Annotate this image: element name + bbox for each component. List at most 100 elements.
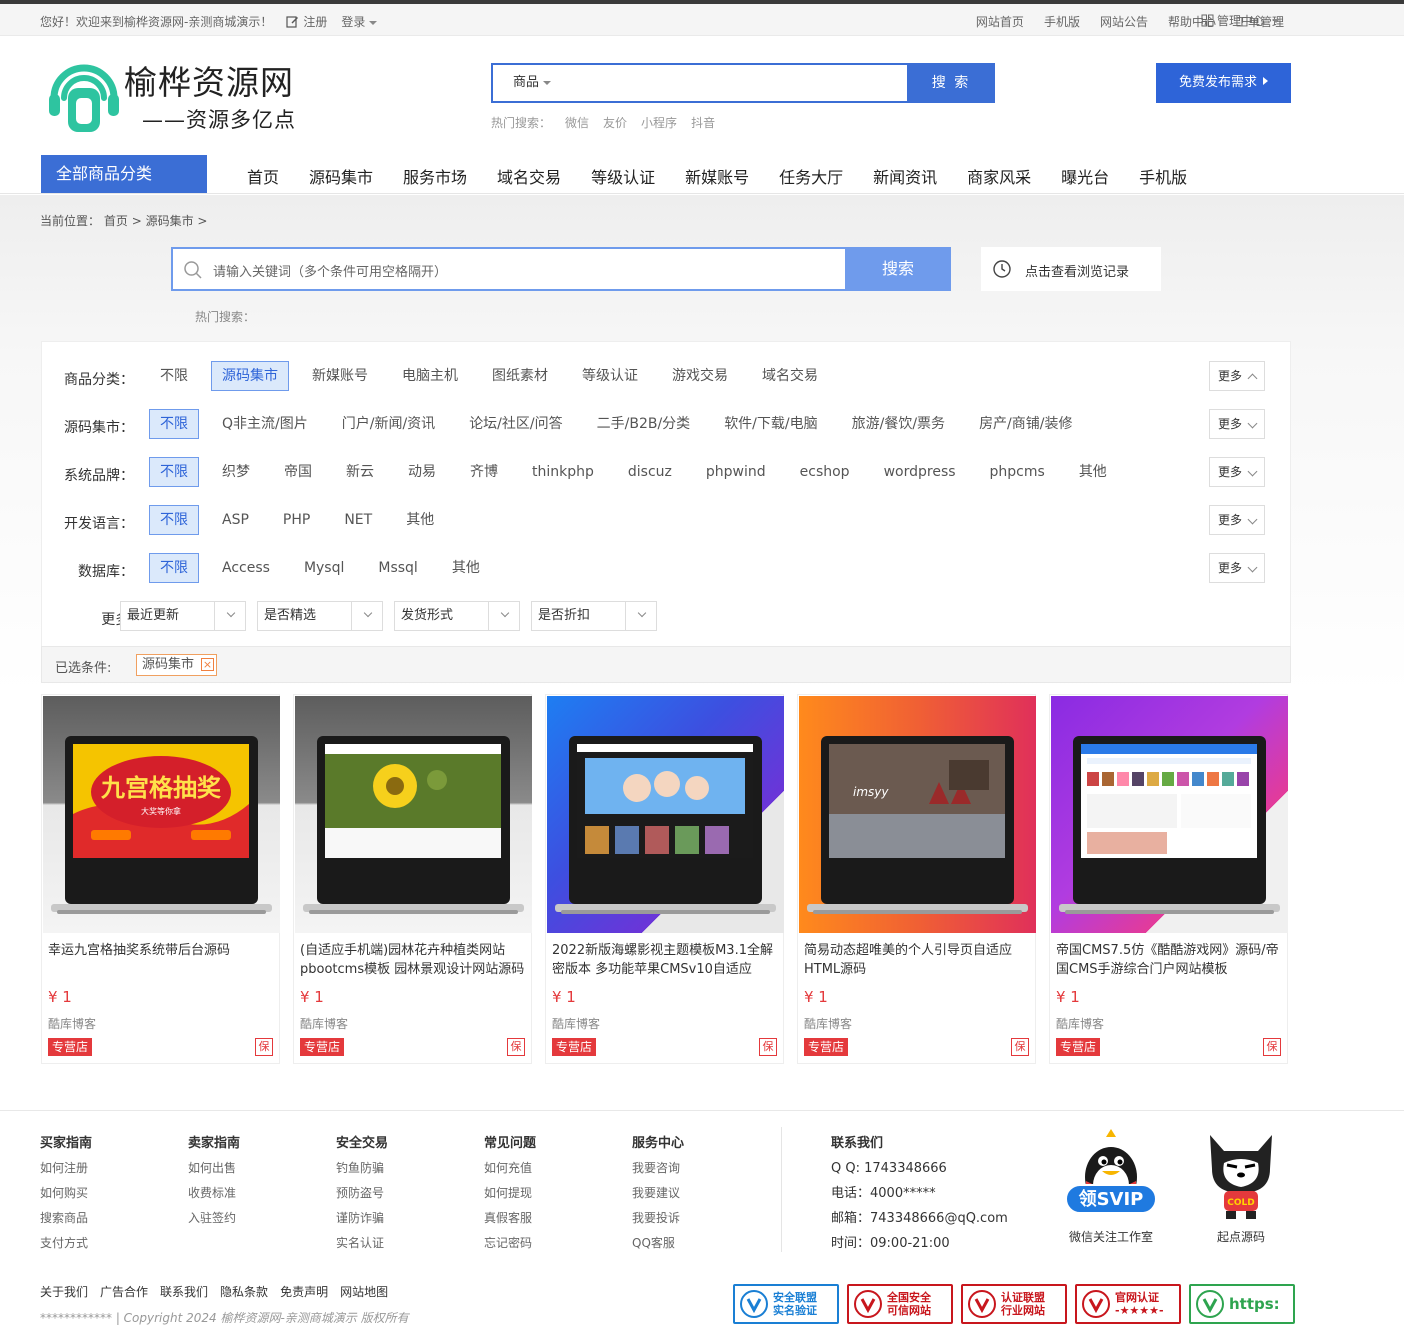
filter-dropdown[interactable]: 是否精选 — [257, 601, 383, 631]
filter-option[interactable]: 不限 — [149, 457, 199, 487]
filter-option[interactable]: 新媒账号 — [301, 361, 379, 391]
header-search-input[interactable] — [583, 67, 903, 99]
product-shop[interactable]: 酷库博客 — [1056, 1015, 1104, 1032]
cert-badge[interactable]: https: — [1189, 1284, 1295, 1324]
filter-option[interactable]: phpcms — [979, 457, 1056, 487]
filter-option[interactable]: Access — [211, 553, 281, 583]
footer-link[interactable]: 我要投诉 — [632, 1206, 684, 1231]
filter-option[interactable]: 域名交易 — [751, 361, 829, 391]
footer-link[interactable]: 如何购买 — [40, 1181, 92, 1206]
filter-option[interactable]: thinkphp — [521, 457, 605, 487]
search-type-select[interactable]: 商品 — [493, 65, 579, 101]
nav-item[interactable]: 源码集市 — [309, 164, 373, 188]
site-logo[interactable]: 榆桦资源网 ——资源多亿点 — [46, 54, 296, 136]
nav-item[interactable]: 域名交易 — [497, 164, 561, 188]
product-title[interactable]: 帝国CMS7.5仿《酷酷游戏网》源码/帝国CMS手游综合门户网站模板 — [1056, 941, 1284, 981]
product-title[interactable]: (自适应手机端)园林花卉种植类网站pbootcms模板 园林景观设计网站源码 — [300, 941, 528, 981]
hot-search-term[interactable]: 微信 — [565, 114, 589, 131]
filter-option[interactable]: wordpress — [873, 457, 967, 487]
filter-option[interactable]: 不限 — [149, 361, 199, 391]
all-categories-button[interactable]: 全部商品分类 — [41, 155, 207, 193]
hot-search-term[interactable]: 友价 — [603, 114, 627, 131]
footer-bottom-link[interactable]: 隐私条款 — [220, 1283, 268, 1300]
hot-search-term[interactable]: 抖音 — [691, 114, 715, 131]
nav-item[interactable]: 新闻资讯 — [873, 164, 937, 188]
filter-option[interactable]: 其他 — [441, 553, 491, 583]
filter-option[interactable]: ASP — [211, 505, 260, 535]
product-image[interactable] — [295, 696, 532, 933]
footer-link[interactable]: 搜索商品 — [40, 1206, 92, 1231]
cert-badge[interactable]: 全国安全 可信网站 — [847, 1284, 953, 1324]
footer-link[interactable]: 如何提现 — [484, 1181, 536, 1206]
keyword-search-button[interactable]: 搜索 — [845, 247, 951, 291]
product-image[interactable] — [1051, 696, 1288, 933]
footer-link[interactable]: 钓鱼防骗 — [336, 1156, 388, 1181]
nav-item[interactable]: 首页 — [247, 164, 279, 188]
filter-dropdown[interactable]: 最近更新 — [120, 601, 246, 631]
footer-bottom-link[interactable]: 免责声明 — [280, 1283, 328, 1300]
close-icon[interactable]: × — [201, 658, 215, 671]
filter-option[interactable]: 动易 — [397, 457, 447, 487]
filter-option[interactable]: 不限 — [149, 505, 199, 535]
filter-option[interactable]: 游戏交易 — [661, 361, 739, 391]
nav-item[interactable]: 等级认证 — [591, 164, 655, 188]
filter-option[interactable]: 门户/新闻/资讯 — [331, 409, 446, 439]
top-link[interactable]: 网站公告 — [1100, 13, 1148, 30]
login-dropdown[interactable]: 登录 — [341, 13, 378, 30]
filter-more-button[interactable]: 更多 — [1209, 457, 1265, 487]
filter-option[interactable]: 不限 — [149, 553, 199, 583]
filter-option[interactable]: ecshop — [789, 457, 861, 487]
cert-badge[interactable]: 安全联盟 实名验证 — [733, 1284, 839, 1324]
footer-link[interactable]: 入驻签约 — [188, 1206, 240, 1231]
filter-dropdown[interactable]: 发货形式 — [394, 601, 520, 631]
filter-option[interactable]: 新云 — [335, 457, 385, 487]
footer-link[interactable]: 我要咨询 — [632, 1156, 684, 1181]
nav-item[interactable]: 任务大厅 — [779, 164, 843, 188]
footer-link[interactable]: 预防盗号 — [336, 1181, 388, 1206]
product-shop[interactable]: 酷库博客 — [804, 1015, 852, 1032]
filter-option[interactable]: Q非主流/图片 — [211, 409, 319, 439]
breadcrumb-current[interactable]: 源码集市 — [146, 214, 194, 228]
footer-link[interactable]: 谨防诈骗 — [336, 1206, 388, 1231]
filter-more-button[interactable]: 更多 — [1209, 361, 1265, 391]
nav-item[interactable]: 手机版 — [1139, 164, 1187, 188]
publish-button[interactable]: 免费发布需求 — [1156, 63, 1291, 103]
cert-badge[interactable]: 官网认证 -★★★★- — [1075, 1284, 1181, 1324]
filter-option[interactable]: 二手/B2B/分类 — [586, 409, 702, 439]
keyword-search-input[interactable]: 请输入关键词（多个条件可用空格隔开） — [213, 261, 447, 280]
filter-option[interactable]: 源码集市 — [211, 361, 289, 391]
nav-item[interactable]: 曝光台 — [1061, 164, 1109, 188]
product-shop[interactable]: 酷库博客 — [552, 1015, 600, 1032]
filter-option[interactable]: 旅游/餐饮/票务 — [841, 409, 956, 439]
filter-option[interactable]: discuz — [617, 457, 683, 487]
footer-bottom-link[interactable]: 广告合作 — [100, 1283, 148, 1300]
product-image[interactable] — [547, 696, 784, 933]
footer-bottom-link[interactable]: 关于我们 — [40, 1283, 88, 1300]
product-card[interactable]: (自适应手机端)园林花卉种植类网站pbootcms模板 园林景观设计网站源码 ¥ … — [293, 694, 532, 1064]
filter-option[interactable]: phpwind — [695, 457, 777, 487]
footer-bottom-link[interactable]: 网站地图 — [340, 1283, 388, 1300]
product-image[interactable]: imsyy — [799, 696, 1036, 933]
product-title[interactable]: 2022新版海螺影视主题模板M3.1全解密版本 多功能苹果CMSv10自适应 — [552, 941, 780, 981]
breadcrumb-home[interactable]: 首页 — [104, 214, 128, 228]
product-card[interactable]: imsyy 简易动态超唯美的个人引导页自适应HTML源码 ¥ 1 酷库博客 专营店 保 — [797, 694, 1036, 1064]
footer-link[interactable]: 我要建议 — [632, 1181, 684, 1206]
filter-option[interactable]: 齐博 — [459, 457, 509, 487]
filter-option[interactable]: NET — [333, 505, 383, 535]
admin-dropdown[interactable]: 管理中心 — [1201, 12, 1281, 29]
product-image[interactable]: 九宫格抽奖 大奖等你拿 — [43, 696, 280, 933]
footer-link[interactable]: 收费标准 — [188, 1181, 240, 1206]
product-title[interactable]: 简易动态超唯美的个人引导页自适应HTML源码 — [804, 941, 1032, 981]
footer-link[interactable]: QQ客服 — [632, 1231, 684, 1256]
filter-option[interactable]: 其他 — [395, 505, 445, 535]
filter-more-button[interactable]: 更多 — [1209, 553, 1265, 583]
filter-option[interactable]: 织梦 — [211, 457, 261, 487]
hot-search-term[interactable]: 小程序 — [641, 114, 677, 131]
cert-badge[interactable]: 认证联盟 行业网站 — [961, 1284, 1067, 1324]
filter-more-button[interactable]: 更多 — [1209, 505, 1265, 535]
product-title[interactable]: 幸运九宫格抽奖系统带后台源码 — [48, 941, 276, 981]
nav-item[interactable]: 服务市场 — [403, 164, 467, 188]
footer-link[interactable]: 真假客服 — [484, 1206, 536, 1231]
product-shop[interactable]: 酷库博客 — [300, 1015, 348, 1032]
product-shop[interactable]: 酷库博客 — [48, 1015, 96, 1032]
